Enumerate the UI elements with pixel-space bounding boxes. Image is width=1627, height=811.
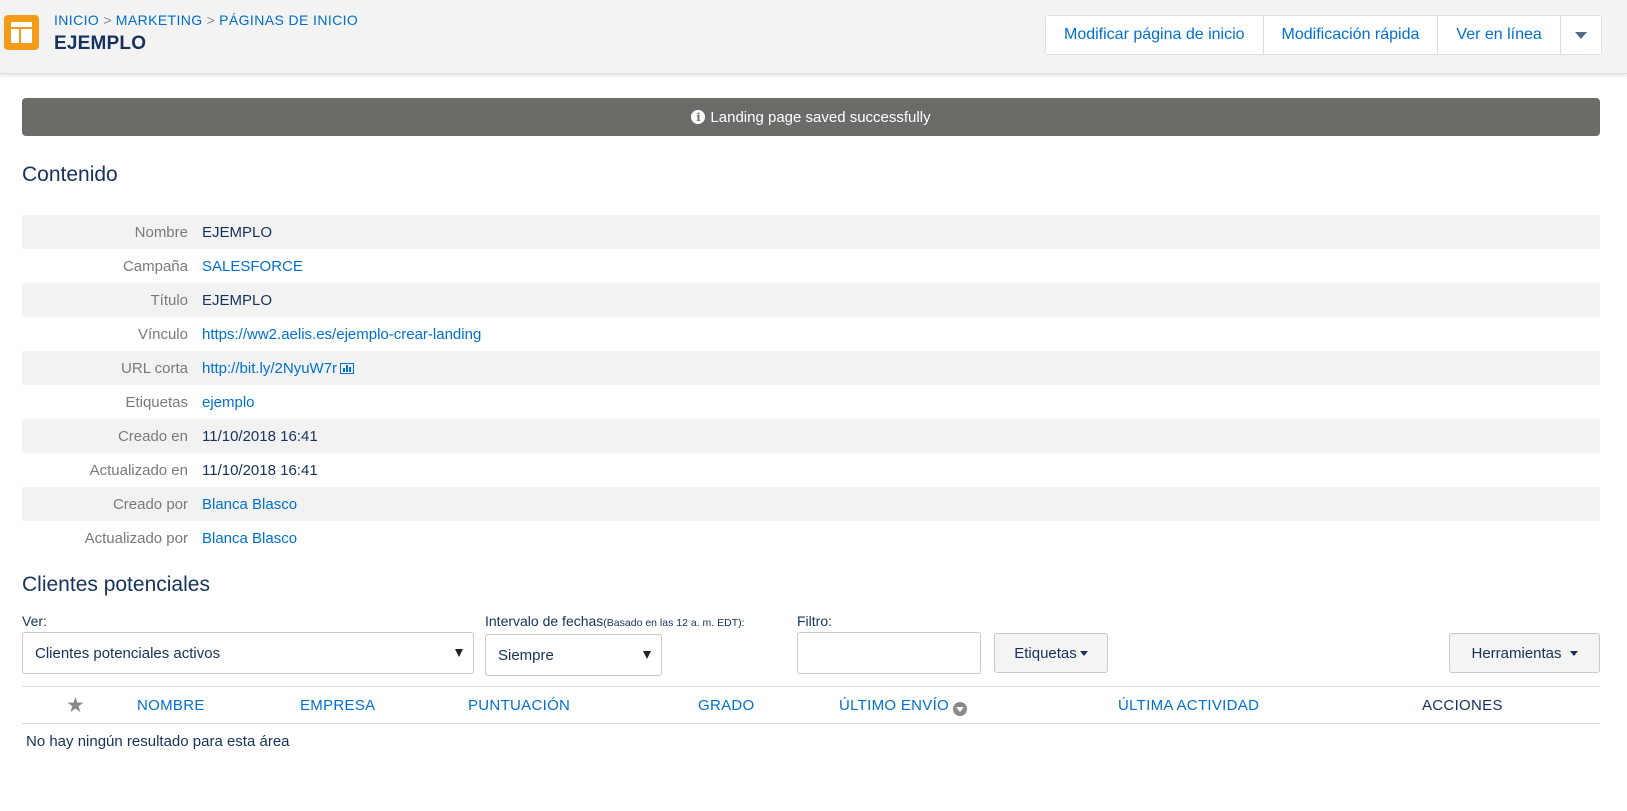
detail-label: Título <box>150 291 188 309</box>
info-icon: i <box>691 110 706 124</box>
date-range-label-text: Intervalo de fechas <box>485 613 604 629</box>
detail-row-tags: Etiquetas ejemplo <box>22 385 1600 419</box>
sort-descending-icon <box>953 701 967 716</box>
page-title: EJEMPLO <box>54 33 147 54</box>
tools-button[interactable]: Herramientas <box>1449 633 1600 673</box>
date-range-label: Intervalo de fechas(Basado en las 12 a. … <box>485 613 745 629</box>
detail-row-title: Título EJEMPLO <box>22 283 1600 317</box>
filter-label: Filtro: <box>797 613 832 629</box>
prospects-section-title: Clientes potenciales <box>22 573 210 596</box>
toast-message: Landing page saved successfully <box>710 108 931 126</box>
empty-results-message: No hay ningún resultado para esta área <box>26 733 290 750</box>
more-actions-button[interactable] <box>1560 16 1601 54</box>
star-icon[interactable]: ★ <box>66 693 85 718</box>
detail-row-created-at: Creado en 11/10/2018 16:41 <box>22 419 1600 453</box>
success-toast: i Landing page saved successfully <box>22 98 1600 136</box>
detail-row-name: Nombre EJEMPLO <box>22 215 1600 249</box>
page-header: INICIO > MARKETING > PÁGINAS DE INICIO EJEMP… <box>0 0 1627 74</box>
column-header-actions: ACCIONES <box>1422 697 1503 714</box>
breadcrumb-home[interactable]: INICIO <box>54 12 99 28</box>
prospects-table-header: ★ NOMBRE EMPRESA PUNTUACIÓN GRADO ÚLTIMO… <box>22 686 1600 724</box>
quick-edit-button[interactable]: Modificación rápida <box>1263 16 1439 54</box>
detail-value-updated-at: 11/10/2018 16:41 <box>202 461 318 479</box>
date-range-select-value: Siempre <box>498 646 554 664</box>
details-table: Nombre EJEMPLO Campaña SALESFORCE Título… <box>22 215 1600 555</box>
detail-label: Vínculo <box>137 325 188 343</box>
tools-button-label: Herramientas <box>1471 644 1562 662</box>
column-header-company[interactable]: EMPRESA <box>300 697 375 714</box>
caret-down-icon <box>1079 650 1088 656</box>
caret-down-icon <box>455 649 463 657</box>
detail-value-title: EJEMPLO <box>202 291 273 309</box>
breadcrumb-marketing[interactable]: MARKETING <box>116 12 203 28</box>
detail-label: URL corta <box>121 359 188 377</box>
created-by-link[interactable]: Blanca Blasco <box>202 496 297 513</box>
breadcrumb: INICIO > MARKETING > PÁGINAS DE INICIO <box>54 12 358 28</box>
landing-page-icon <box>4 15 39 50</box>
short-url-link[interactable]: http://bit.ly/2NyuW7r <box>202 360 337 377</box>
header-actions: Modificar página de inicio Modificación … <box>1045 15 1602 55</box>
caret-down-icon <box>1569 650 1578 656</box>
detail-label: Creado por <box>112 495 188 513</box>
view-label: Ver: <box>22 613 47 629</box>
column-header-name[interactable]: NOMBRE <box>137 697 205 714</box>
landing-url-link[interactable]: https://ww2.aelis.es/ejemplo-crear-landi… <box>202 326 481 343</box>
date-range-note: (Basado en las 12 a. m. EDT): <box>603 617 745 629</box>
column-header-score[interactable]: PUNTUACIÓN <box>468 697 570 714</box>
view-select-value: Clientes potenciales activos <box>35 644 221 662</box>
detail-label: Actualizado en <box>89 461 188 479</box>
detail-row-short-url: URL corta http://bit.ly/2NyuW7r <box>22 351 1600 385</box>
detail-value-created-at: 11/10/2018 16:41 <box>202 427 318 445</box>
updated-by-link[interactable]: Blanca Blasco <box>202 530 297 547</box>
column-header-last-activity[interactable]: ÚLTIMA ACTIVIDAD <box>1118 697 1259 714</box>
detail-label: Etiquetas <box>125 393 188 411</box>
breadcrumb-separator: > <box>103 12 112 28</box>
content-section-title: Contenido <box>22 163 118 186</box>
tags-button-label: Etiquetas <box>1014 644 1077 662</box>
caret-down-icon <box>643 651 651 659</box>
campaign-link[interactable]: SALESFORCE <box>202 258 303 275</box>
detail-label: Nombre <box>134 223 188 241</box>
tag-link[interactable]: ejemplo <box>202 394 255 411</box>
column-header-last-send-label: ÚLTIMO ENVÍO <box>839 697 949 714</box>
detail-label: Campaña <box>122 257 188 275</box>
filter-input[interactable] <box>797 632 981 674</box>
edit-landing-page-button[interactable]: Modificar página de inicio <box>1046 16 1264 54</box>
column-header-last-send[interactable]: ÚLTIMO ENVÍO <box>839 697 967 716</box>
detail-label: Creado en <box>117 427 188 445</box>
date-range-select[interactable]: Siempre <box>485 634 662 676</box>
breadcrumb-landing-pages[interactable]: PÁGINAS DE INICIO <box>219 12 358 28</box>
view-select[interactable]: Clientes potenciales activos <box>22 632 474 674</box>
detail-row-created-by: Creado por Blanca Blasco <box>22 487 1600 521</box>
detail-row-updated-at: Actualizado en 11/10/2018 16:41 <box>22 453 1600 487</box>
bar-chart-icon[interactable] <box>340 362 355 374</box>
detail-label: Actualizado por <box>84 529 188 547</box>
detail-row-updated-by: Actualizado por Blanca Blasco <box>22 521 1600 555</box>
detail-row-campaign: Campaña SALESFORCE <box>22 249 1600 283</box>
view-online-button[interactable]: Ver en línea <box>1438 16 1561 54</box>
tags-button[interactable]: Etiquetas <box>994 633 1108 673</box>
detail-row-link: Vínculo https://ww2.aelis.es/ejemplo-cre… <box>22 317 1600 351</box>
column-header-grade[interactable]: GRADO <box>698 697 755 714</box>
chevron-down-icon <box>1574 31 1587 39</box>
detail-value-name: EJEMPLO <box>202 223 273 241</box>
breadcrumb-separator: > <box>206 12 216 28</box>
